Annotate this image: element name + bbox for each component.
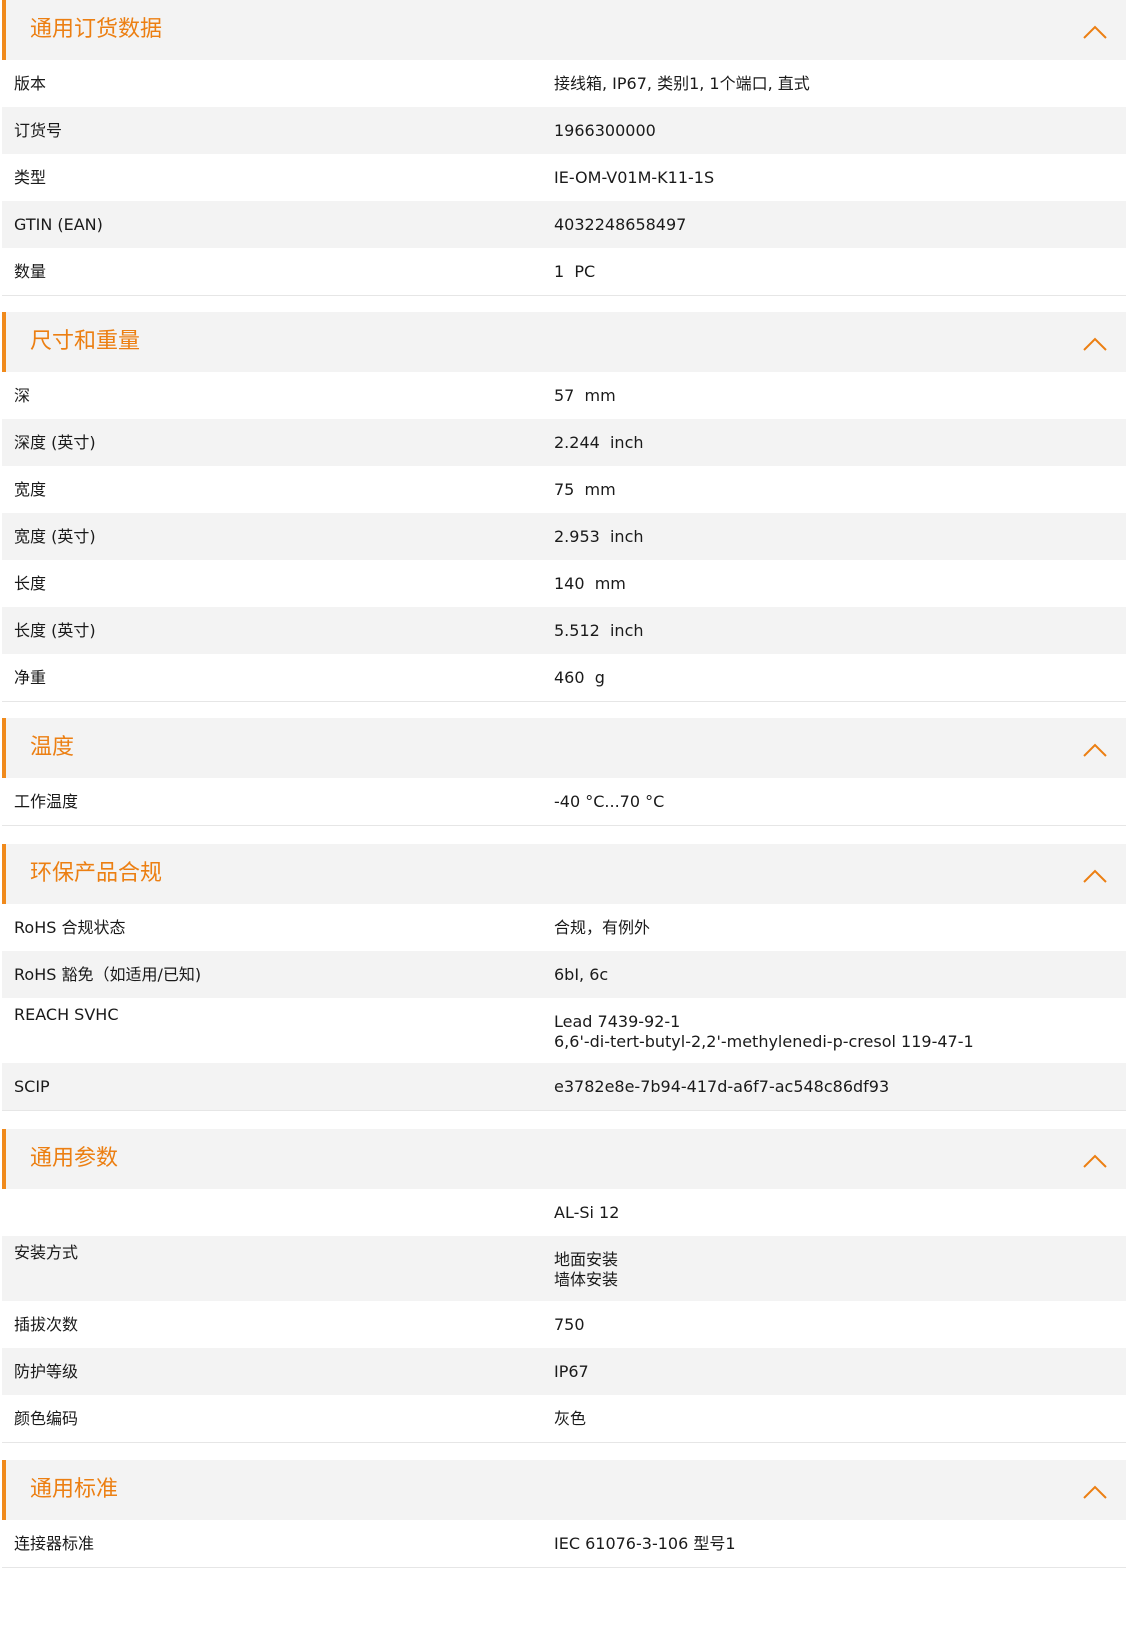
row-label: 宽度 — [14, 480, 47, 499]
row-label: 订货号 — [14, 121, 63, 140]
table-row: 长度 (英寸) 5.512 inch — [2, 607, 1126, 654]
section-divider — [2, 295, 1126, 296]
table-row: GTIN (EAN) 4032248658497 — [2, 201, 1126, 248]
row-label: 长度 — [14, 574, 47, 593]
chevron-up-icon[interactable] — [1080, 862, 1110, 890]
row-label: 净重 — [14, 668, 47, 687]
table-row: SCIP e3782e8e-7b94-417d-a6f7-ac548c86df93 — [2, 1063, 1126, 1110]
row-value: IE-OM-V01M-K11-1S — [554, 168, 715, 187]
row-value: -40 °C...70 °C — [554, 792, 665, 811]
section-header[interactable]: 温度 — [2, 718, 1126, 778]
chevron-up-icon[interactable] — [1080, 736, 1110, 764]
table-row: 防护等级 IP67 — [2, 1348, 1126, 1395]
row-value: Lead 7439-92-1 6,6'-di-tert-butyl-2,2'-m… — [554, 1012, 974, 1051]
section-general-standards: 通用标准连接器标准 IEC 61076-3-106 型号1 — [2, 1460, 1126, 1568]
row-value: 75 mm — [554, 480, 616, 499]
row-value: 1966300000 — [554, 121, 656, 140]
section-title: 环保产品合规 — [30, 861, 163, 886]
chevron-up-icon[interactable] — [1080, 18, 1110, 46]
section-general-parameters: 通用参数 AL-Si 12 安装方式 地面安装 墙体安装插拔次数 750 防护等级 IP67… — [2, 1129, 1126, 1443]
row-value: IEC 61076-3-106 型号1 — [554, 1534, 736, 1553]
row-label: REACH SVHC — [14, 1005, 119, 1024]
section-header[interactable]: 通用参数 — [2, 1129, 1126, 1189]
row-label: 长度 (英寸) — [14, 621, 96, 640]
section-title: 通用参数 — [30, 1146, 119, 1171]
chevron-up-icon[interactable] — [1080, 330, 1110, 358]
table-row: 版本 接线箱, IP67, 类别1, 1个端口, 直式 — [2, 60, 1126, 107]
section-environmental-compliance: 环保产品合规 RoHS 合规状态 合规，有例外 RoHS 豁免（如适用/已知) 6bI,… — [2, 844, 1126, 1111]
row-label: 数量 — [14, 262, 47, 281]
table-row: AL-Si 12 — [2, 1189, 1126, 1236]
section-header[interactable]: 尺寸和重量 — [2, 312, 1126, 372]
row-value: 140 mm — [554, 574, 626, 593]
row-value: 灰色 — [554, 1409, 587, 1428]
row-value: 1 PC — [554, 262, 596, 281]
table-row: 类型 IE-OM-V01M-K11-1S — [2, 154, 1126, 201]
row-label: 插拔次数 — [14, 1315, 79, 1334]
row-label: 连接器标准 — [14, 1534, 95, 1553]
table-row: RoHS 合规状态 合规，有例外 — [2, 904, 1126, 951]
chevron-up-icon[interactable] — [1080, 1147, 1110, 1175]
section-title: 尺寸和重量 — [30, 329, 141, 354]
section-divider — [2, 701, 1126, 702]
table-row: REACH SVHC Lead 7439-92-1 6,6'-di-tert-bu… — [2, 998, 1126, 1063]
row-value: 4032248658497 — [554, 215, 687, 234]
row-label: GTIN (EAN) — [14, 215, 103, 234]
table-row: 深度 (英寸) 2.244 inch — [2, 419, 1126, 466]
row-value: 6bI, 6c — [554, 965, 609, 984]
row-label: 工作温度 — [14, 792, 79, 811]
row-label: 安装方式 — [14, 1243, 79, 1262]
row-label: RoHS 豁免（如适用/已知) — [14, 965, 202, 984]
row-value: 460 g — [554, 668, 605, 687]
row-value: IP67 — [554, 1362, 589, 1381]
row-value: 合规，有例外 — [554, 918, 651, 937]
section-divider — [2, 825, 1126, 826]
row-value: AL-Si 12 — [554, 1203, 620, 1222]
table-row: 宽度 75 mm — [2, 466, 1126, 513]
row-label: 版本 — [14, 74, 47, 93]
row-value: 750 — [554, 1315, 585, 1334]
section-header[interactable]: 通用订货数据 — [2, 0, 1126, 60]
row-label: 类型 — [14, 168, 47, 187]
section-ordering-data: 通用订货数据版本 接线箱, IP67, 类别1, 1个端口, 直式订货号 19663… — [2, 0, 1126, 296]
section-header[interactable]: 环保产品合规 — [2, 844, 1126, 904]
section-dimensions-weight: 尺寸和重量深 57 mm 深度 (英寸) 2.244 inch 宽度 75 mm 宽度 (英… — [2, 312, 1126, 702]
chevron-up-icon[interactable] — [1080, 1478, 1110, 1506]
row-value: 2.244 inch — [554, 433, 644, 452]
section-divider — [2, 1442, 1126, 1443]
row-label: 深度 (英寸) — [14, 433, 96, 452]
row-label: 防护等级 — [14, 1362, 79, 1381]
row-value: 2.953 inch — [554, 527, 644, 546]
table-row: 净重 460 g — [2, 654, 1126, 701]
section-title: 通用标准 — [30, 1477, 119, 1502]
row-value: 地面安装 墙体安装 — [554, 1250, 619, 1289]
row-value: 57 mm — [554, 386, 616, 405]
table-row: 宽度 (英寸) 2.953 inch — [2, 513, 1126, 560]
section-temperature: 温度工作温度 -40 °C...70 °C — [2, 718, 1126, 826]
table-row: 长度 140 mm — [2, 560, 1126, 607]
section-divider — [2, 1567, 1126, 1568]
table-row: 连接器标准 IEC 61076-3-106 型号1 — [2, 1520, 1126, 1567]
row-label: 深 — [14, 386, 31, 405]
row-label: 颜色编码 — [14, 1409, 79, 1428]
row-label: 宽度 (英寸) — [14, 527, 96, 546]
table-row: 颜色编码 灰色 — [2, 1395, 1126, 1442]
table-row: RoHS 豁免（如适用/已知) 6bI, 6c — [2, 951, 1126, 998]
section-header[interactable]: 通用标准 — [2, 1460, 1126, 1520]
table-row: 数量 1 PC — [2, 248, 1126, 295]
section-title: 温度 — [30, 735, 75, 760]
table-row: 工作温度 -40 °C...70 °C — [2, 778, 1126, 825]
row-value: 接线箱, IP67, 类别1, 1个端口, 直式 — [554, 74, 810, 93]
row-value: 5.512 inch — [554, 621, 644, 640]
table-row: 插拔次数 750 — [2, 1301, 1126, 1348]
table-row: 深 57 mm — [2, 372, 1126, 419]
row-label: RoHS 合规状态 — [14, 918, 126, 937]
section-title: 通用订货数据 — [30, 17, 163, 42]
table-row: 安装方式 地面安装 墙体安装 — [2, 1236, 1126, 1301]
row-value: e3782e8e-7b94-417d-a6f7-ac548c86df93 — [554, 1077, 890, 1096]
section-divider — [2, 1110, 1126, 1111]
table-row: 订货号 1966300000 — [2, 107, 1126, 154]
row-label: SCIP — [14, 1077, 50, 1096]
